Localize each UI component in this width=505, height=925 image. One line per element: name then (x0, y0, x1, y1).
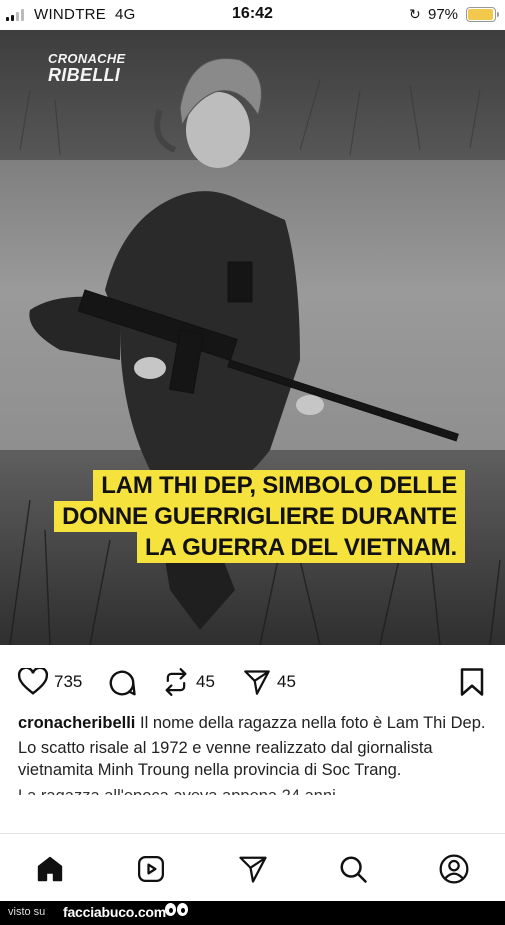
send-icon (244, 670, 270, 695)
send-icon (239, 856, 267, 883)
repost-button[interactable]: 45 (162, 668, 215, 696)
battery-icon (466, 7, 499, 22)
tab-profile[interactable] (437, 852, 471, 886)
heart-icon (18, 668, 48, 695)
tab-reels[interactable] (134, 852, 168, 886)
tab-home[interactable] (33, 852, 67, 886)
like-button[interactable]: 735 (18, 668, 82, 696)
post-image[interactable]: CRONACHE RIBELLI LAM THI DEP, SIMBOLO DE… (0, 30, 505, 645)
post-caption: cronacheribelli Il nome della ragazza ne… (18, 712, 488, 795)
post-actions: 735 45 45 (0, 650, 505, 710)
comment-icon (109, 670, 136, 696)
bottom-tab-bar (0, 833, 505, 901)
watermark-prefix: visto su (8, 906, 46, 918)
share-count: 45 (277, 672, 296, 691)
status-bar: WINDTRE 4G 16:42 ↻ 97% (0, 0, 505, 30)
caption-text: Il nome della ragazza nella foto è Lam T… (139, 714, 486, 732)
bookmark-icon (460, 668, 484, 696)
headline-line: DONNE GUERRIGLIERE DURANTE (54, 501, 465, 532)
battery-percent: 97% (428, 6, 459, 23)
reels-icon (138, 856, 164, 882)
share-button[interactable]: 45 (243, 668, 296, 696)
image-headline: LAM THI DEP, SIMBOLO DELLE DONNE GUERRIG… (40, 470, 465, 563)
repost-icon (165, 668, 187, 696)
comment-button[interactable] (107, 668, 137, 698)
orientation-lock-icon: ↻ (409, 6, 421, 22)
headline-line: LA GUERRA DEL VIETNAM. (136, 532, 465, 563)
repost-count: 45 (196, 672, 215, 691)
caption-text: Lo scatto risale al 1972 e venne realizz… (18, 739, 433, 779)
tab-direct[interactable] (236, 852, 270, 886)
profile-icon (439, 854, 469, 884)
search-icon (340, 856, 367, 883)
site-watermark: visto su facciabuco.com (0, 901, 505, 925)
tab-search[interactable] (336, 852, 370, 886)
save-button[interactable] (459, 667, 485, 702)
watermark-site: facciabuco.com (63, 904, 167, 920)
home-icon (37, 856, 63, 882)
like-count: 735 (54, 672, 83, 691)
caption-username[interactable]: cronacheribelli (18, 714, 135, 732)
brand-logo: CRONACHE RIBELLI (48, 51, 126, 85)
headline-line: LAM THI DEP, SIMBOLO DELLE (93, 470, 465, 501)
eyes-logo-icon (165, 903, 188, 916)
caption-text-truncated: La ragazza all'epoca aveva appena 24 ann… (18, 785, 488, 795)
